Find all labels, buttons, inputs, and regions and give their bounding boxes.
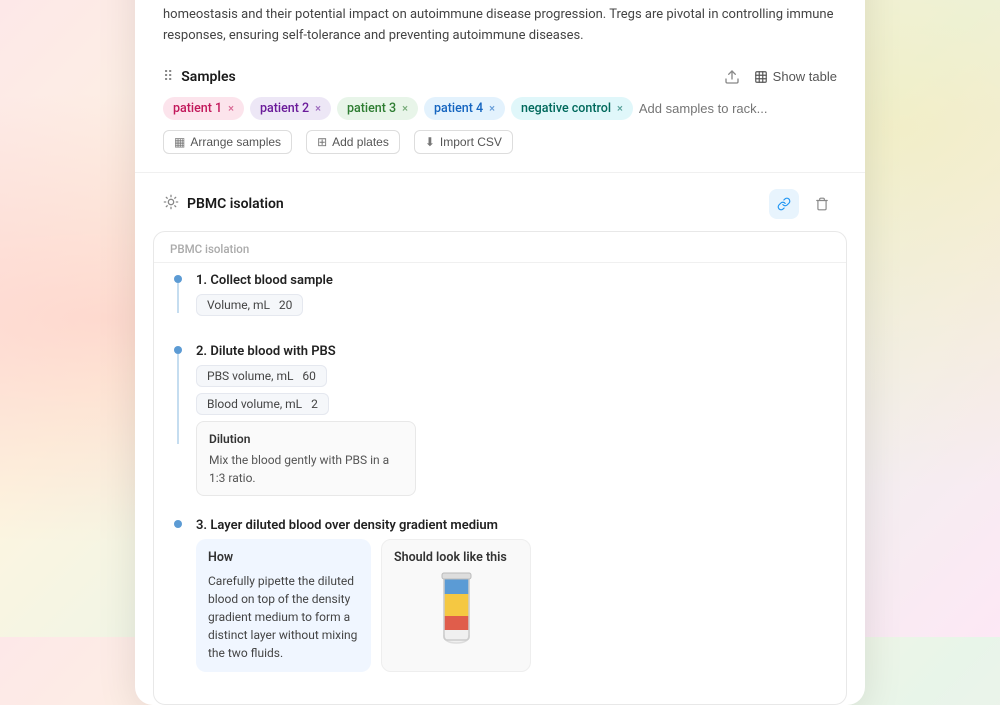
tag-patient3-close[interactable]: ×: [402, 102, 408, 115]
step-2-label: 2. Dilute blood with PBS: [196, 344, 830, 359]
test-tube-illustration: [394, 573, 518, 658]
samples-section: ⠿ Samples: [163, 67, 837, 154]
pbmc-delete-button[interactable]: [807, 189, 837, 219]
tag-negative-control-label: negative control: [521, 101, 611, 116]
panel-how-body: Carefully pipette the diluted blood on t…: [208, 572, 359, 662]
main-card: ≡ Background In this experiment, we aim …: [135, 0, 865, 705]
add-plates-label: Add plates: [332, 135, 389, 149]
tag-patient1-close[interactable]: ×: [228, 102, 234, 115]
tag-negative-control-close[interactable]: ×: [617, 102, 623, 115]
tag-patient4-close[interactable]: ×: [489, 102, 495, 115]
panel-how: How Carefully pipette the diluted blood …: [196, 539, 371, 672]
tag-patient2-label: patient 2: [260, 101, 309, 116]
pbmc-title: PBMC isolation: [187, 196, 284, 212]
import-csv-label: Import CSV: [440, 135, 502, 149]
step-3-label: 3. Layer diluted blood over density grad…: [196, 518, 830, 533]
samples-header: ⠿ Samples: [163, 67, 837, 87]
background-body: In this experiment, we aim to elucidate …: [163, 0, 837, 47]
step-2-note-title: Dilution: [209, 430, 403, 448]
step-2-param-blood: Blood volume, mL 2: [196, 393, 329, 415]
samples-title: Samples: [181, 69, 235, 85]
tag-patient4[interactable]: patient 4 ×: [424, 97, 505, 120]
samples-right-actions: Show table: [720, 67, 837, 87]
step-3-panels: How Carefully pipette the diluted blood …: [196, 539, 830, 672]
import-csv-button[interactable]: ⬇ Import CSV: [414, 130, 513, 154]
tag-patient3-label: patient 3: [347, 101, 396, 116]
background-section: ≡ Background In this experiment, we aim …: [163, 0, 837, 47]
step-2-note: Dilution Mix the blood gently with PBS i…: [196, 421, 416, 496]
panel-look: Should look like this: [381, 539, 531, 672]
arrange-samples-button[interactable]: ▦ Arrange samples: [163, 130, 292, 154]
step-1-label: 1. Collect blood sample: [196, 273, 830, 288]
step-2-vline: [177, 354, 179, 444]
tag-patient4-label: patient 4: [434, 101, 483, 116]
step-2-line: [170, 346, 186, 444]
samples-title-area: ⠿ Samples: [163, 69, 236, 85]
pbmc-section: PBMC isolation PBMC isola: [135, 189, 865, 705]
step-3-content: 3. Layer diluted blood over density grad…: [196, 518, 830, 680]
step-1-row: 1. Collect blood sample Volume, mL 20: [170, 273, 830, 330]
step-2-param-pbs: PBS volume, mL 60: [196, 365, 327, 387]
add-plates-button[interactable]: ⊞ Add plates: [306, 130, 400, 154]
import-csv-icon: ⬇: [425, 135, 435, 149]
step-2-params: PBS volume, mL 60: [196, 365, 830, 387]
panel-how-title: How: [208, 549, 359, 568]
step-2-content: 2. Dilute blood with PBS PBS volume, mL …: [196, 344, 830, 504]
pbmc-content-card: PBMC isolation 1. Collect blood sample V…: [153, 231, 847, 705]
step-2-note-body: Mix the blood gently with PBS in a 1:3 r…: [209, 451, 403, 487]
step-3-row: 3. Layer diluted blood over density grad…: [170, 518, 830, 680]
tag-patient1[interactable]: patient 1 ×: [163, 97, 244, 120]
upload-icon-button[interactable]: [720, 67, 744, 87]
add-plates-icon: ⊞: [317, 135, 327, 149]
tag-negative-control[interactable]: negative control ×: [511, 97, 633, 120]
samples-icon: ⠿: [163, 69, 173, 85]
tag-patient1-label: patient 1: [173, 101, 222, 116]
add-samples-input[interactable]: [639, 101, 815, 116]
pbmc-steps: 1. Collect blood sample Volume, mL 20 2.…: [154, 263, 846, 704]
step-2-params-blood: Blood volume, mL 2: [196, 393, 830, 415]
step-1-content: 1. Collect blood sample Volume, mL 20: [196, 273, 830, 330]
step-3-line: [170, 520, 186, 528]
pbmc-header: PBMC isolation: [135, 189, 865, 219]
pbmc-title-area: PBMC isolation: [163, 194, 284, 214]
show-table-label: Show table: [773, 69, 837, 84]
show-table-button[interactable]: Show table: [754, 69, 837, 84]
step-2-dot: [174, 346, 182, 354]
step-1-line: [170, 275, 186, 313]
step-2-row: 2. Dilute blood with PBS PBS volume, mL …: [170, 344, 830, 504]
pbmc-icon: [163, 194, 179, 214]
tag-patient2[interactable]: patient 2 ×: [250, 97, 331, 120]
arrange-label: Arrange samples: [190, 135, 281, 149]
arrange-icon: ▦: [174, 135, 185, 149]
step-1-param-volume: Volume, mL 20: [196, 294, 303, 316]
step-1-params: Volume, mL 20: [196, 294, 830, 316]
pbmc-card-header: PBMC isolation: [154, 232, 846, 263]
divider: [135, 172, 865, 173]
step-1-dot: [174, 275, 182, 283]
pbmc-link-button[interactable]: [769, 189, 799, 219]
tag-patient2-close[interactable]: ×: [315, 102, 321, 115]
step-1-vline: [177, 283, 179, 313]
step-3-dot: [174, 520, 182, 528]
tags-row: patient 1 × patient 2 × patient 3 × pati…: [163, 97, 837, 120]
pbmc-actions: [769, 189, 837, 219]
samples-bottom-actions: ▦ Arrange samples ⊞ Add plates ⬇ Import …: [163, 130, 837, 154]
tag-patient3[interactable]: patient 3 ×: [337, 97, 418, 120]
panel-look-title: Should look like this: [394, 550, 507, 565]
